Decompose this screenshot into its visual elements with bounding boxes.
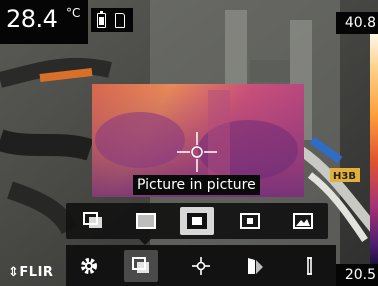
picture-in-picture-icon	[187, 213, 207, 229]
scale-max-label[interactable]: 40.8	[336, 12, 378, 34]
image-mode-button[interactable]	[124, 250, 158, 282]
small-pip-button[interactable]	[233, 207, 267, 235]
flir-logo-mark: ⇕	[8, 265, 20, 280]
temperature-scale-bar	[370, 34, 378, 264]
svg-text:H3B: H3B	[333, 171, 356, 182]
settings-button[interactable]	[72, 250, 106, 282]
temperature-value: 28.4	[6, 5, 58, 33]
color-palette-button[interactable]	[238, 250, 272, 282]
sd-card-icon	[115, 13, 125, 28]
fusion-mode-button[interactable]	[76, 207, 110, 235]
thermal-mode-icon	[136, 213, 156, 229]
digital-camera-icon	[293, 213, 313, 229]
image-mode-bar	[66, 203, 328, 239]
temperature-scale-icon	[307, 257, 312, 275]
thermal-mode-button[interactable]	[129, 207, 163, 235]
temperature-scale-button[interactable]	[292, 250, 326, 282]
battery-icon	[97, 11, 106, 28]
color-palette-icon	[248, 258, 263, 274]
picture-in-picture-button[interactable]	[180, 207, 214, 235]
scale-min-label[interactable]: 20.5	[336, 264, 378, 286]
flir-logo-text: FLIR	[19, 265, 54, 280]
spotmeter-crosshair-icon	[192, 257, 210, 275]
spot-temperature-readout: 28.4 °C	[0, 0, 88, 44]
status-icons	[91, 8, 133, 32]
digital-camera-button[interactable]	[286, 207, 320, 235]
temperature-unit: °C	[66, 6, 81, 20]
main-toolbar	[66, 245, 336, 286]
image-mode-icon	[132, 257, 149, 273]
measurement-button[interactable]	[184, 250, 218, 282]
small-pip-icon	[240, 213, 260, 229]
flir-logo: ⇕FLIR	[8, 265, 53, 280]
image-mode-caption: Picture in picture	[133, 175, 260, 195]
fusion-mode-icon	[83, 212, 102, 228]
settings-gear-icon	[81, 258, 97, 274]
